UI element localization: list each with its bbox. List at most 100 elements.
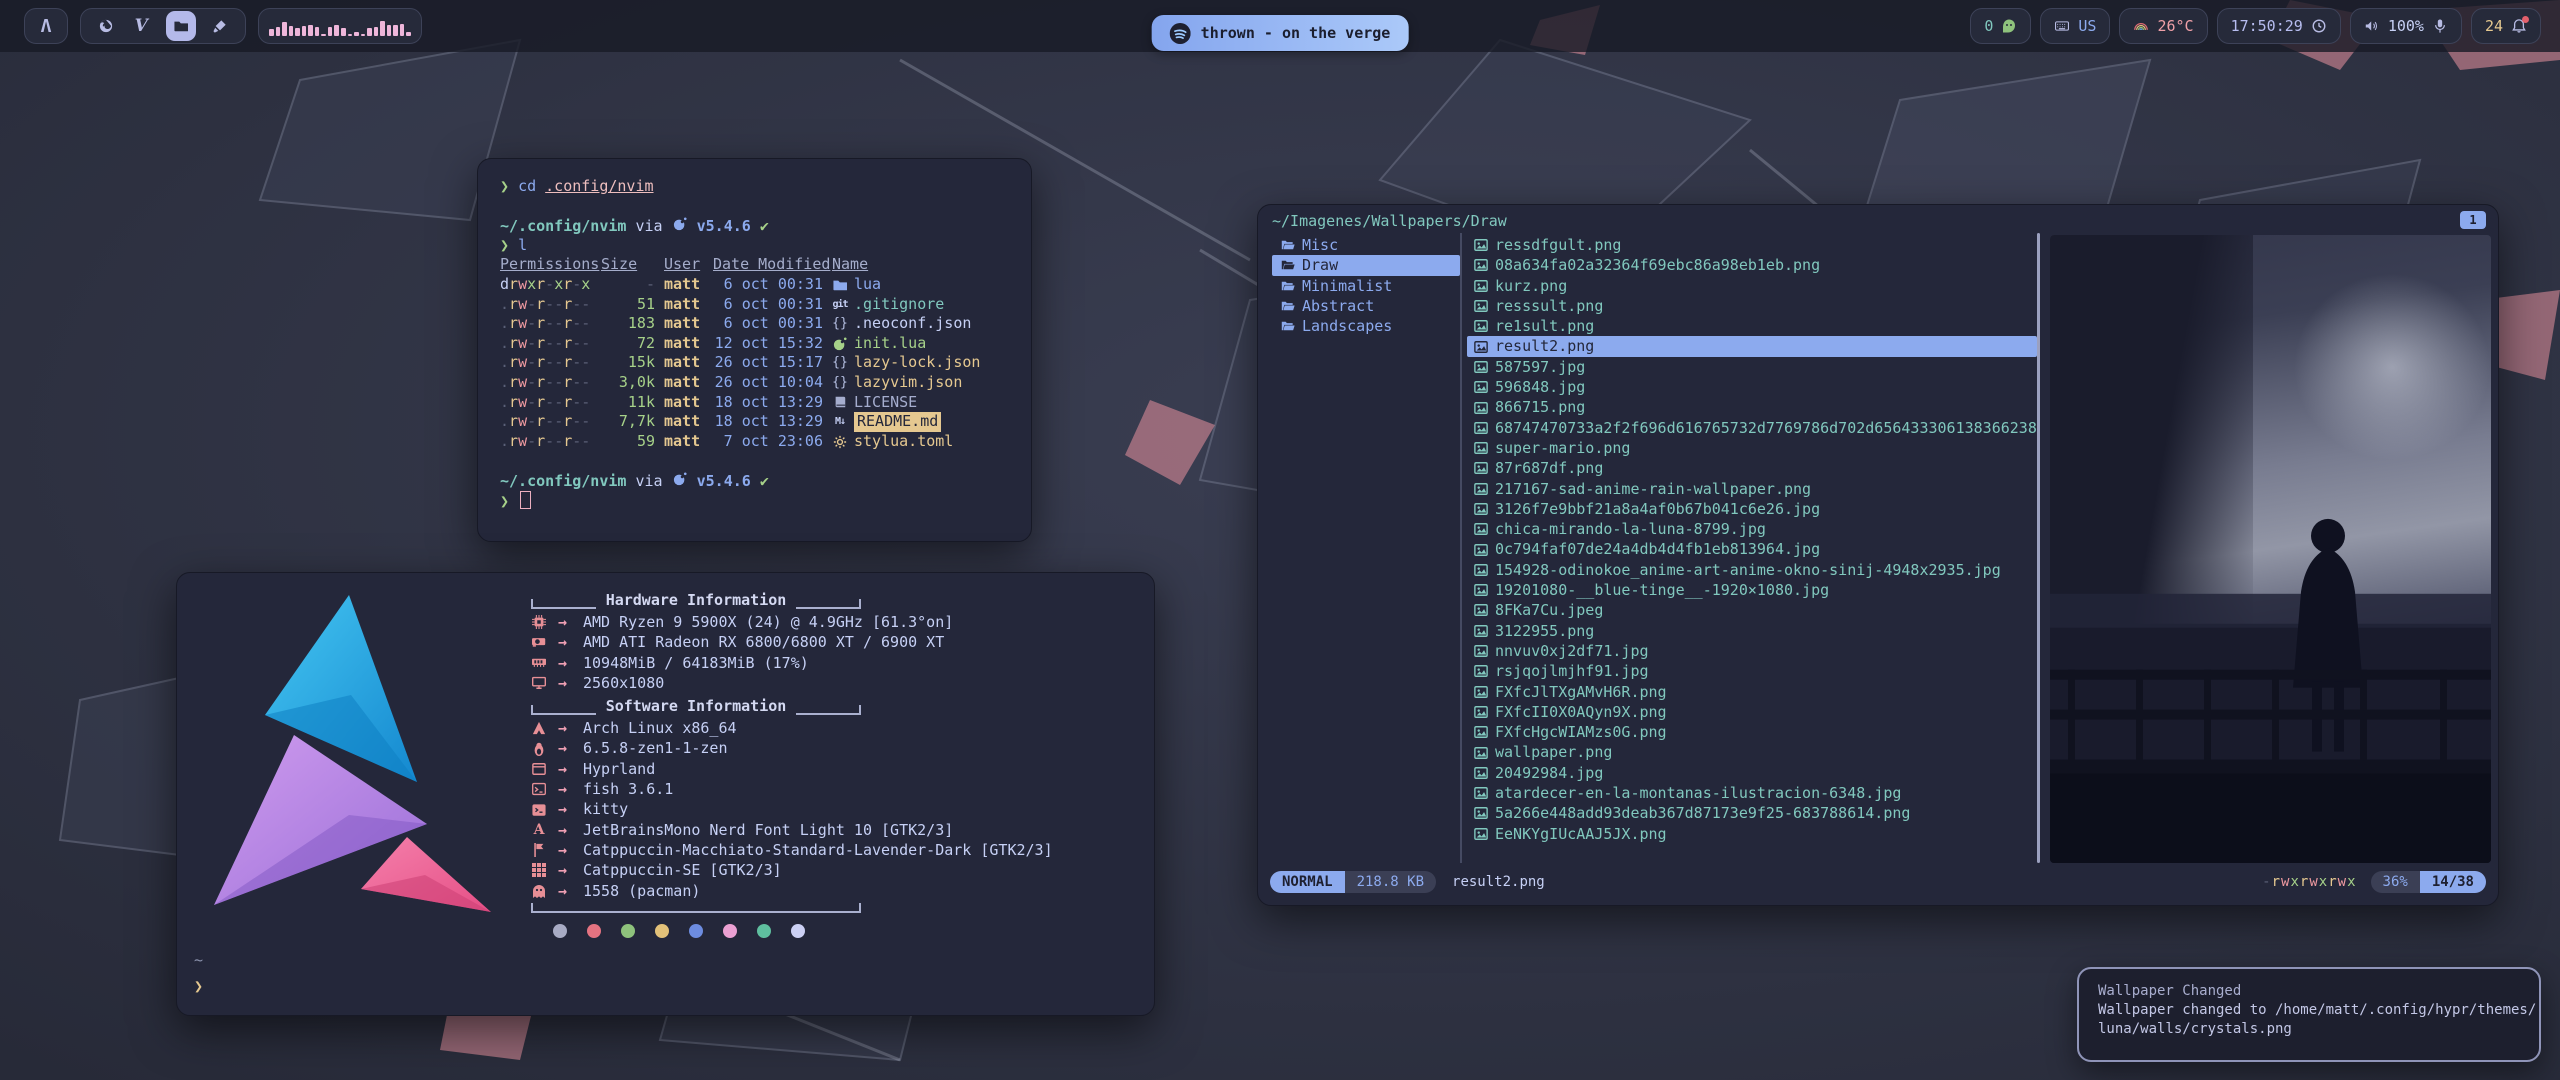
file-row[interactable]: 3126f7e9bbf21a8a4af0b67b041c6e26.jpg	[1467, 499, 2037, 519]
file-row[interactable]: 5a266e448add93deab367d87173e9f25-6837886…	[1467, 803, 2037, 823]
file-row[interactable]: 19201080-__blue-tinge__-1920×1080.jpg	[1467, 580, 2037, 600]
file-name: rsjqojlmjhf91.jpg	[1495, 661, 1649, 681]
fetch-row: →Catppuccin-Macchiato-Standard-Lavender-…	[531, 840, 1151, 860]
clock-icon	[2311, 18, 2327, 34]
media-player-widget[interactable]: thrown - on the verge	[1152, 15, 1409, 51]
book-icon	[832, 394, 848, 410]
file-name: resssult.png	[1495, 296, 1603, 316]
file-row[interactable]: nnvuv0xj2df71.jpg	[1467, 641, 2037, 661]
file-row[interactable]: 154928-odinokoe_anime-art-anime-okno-sin…	[1467, 560, 2037, 580]
file-row[interactable]: FXfcJlTXgAMvH6R.png	[1467, 682, 2037, 702]
file-row[interactable]: FXfcII0X0AQyn9X.png	[1467, 702, 2037, 722]
palette-dot	[621, 924, 635, 938]
workspace-vim[interactable]: V	[130, 15, 152, 37]
file-row[interactable]: resssult.png	[1467, 296, 2037, 316]
terminal-window[interactable]: ❯ cd .config/nvim ~/.config/nvim via v5.…	[477, 158, 1032, 542]
file-row[interactable]: 20492984.jpg	[1467, 763, 2037, 783]
terminal-prompt[interactable]: ❯	[500, 491, 1009, 511]
workspace-paint[interactable]	[209, 15, 231, 37]
file-row[interactable]: 0c794faf07de24a4db4d4fb1eb813964.jpg	[1467, 539, 2037, 559]
fetch-row: →fish 3.6.1	[531, 779, 1151, 799]
tab-badge[interactable]: 1	[2460, 211, 2486, 229]
file-row[interactable]: chica-mirando-la-luna-8799.jpg	[1467, 519, 2037, 539]
workspace-files-active[interactable]	[166, 11, 196, 41]
file-row[interactable]: result2.png	[1467, 336, 2037, 356]
image-icon	[1473, 237, 1489, 253]
clock-widget[interactable]: 17:50:29	[2217, 8, 2341, 44]
file-row[interactable]: atardecer-en-la-montanas-ilustracion-634…	[1467, 783, 2037, 803]
pane-divider	[1460, 233, 1462, 863]
image-icon	[1473, 582, 1489, 598]
microphone-icon	[2432, 18, 2448, 34]
file-row[interactable]: 08a634fa02a32364f69ebc86a98eb1eb.png	[1467, 255, 2037, 275]
memory-icon	[531, 655, 547, 671]
image-icon	[1473, 562, 1489, 578]
file-row[interactable]: kurz.png	[1467, 276, 2037, 296]
file-row[interactable]: 8FKa7Cu.jpeg	[1467, 600, 2037, 620]
image-icon	[1473, 379, 1489, 395]
fetch-row: →6.5.8-zen1-1-zen	[531, 738, 1151, 758]
sidebar-item-draw[interactable]: Draw	[1272, 255, 1460, 275]
sidebar-item-label: Abstract	[1302, 296, 1374, 316]
image-icon	[1473, 785, 1489, 801]
arrow-icon: →	[558, 759, 578, 779]
terminal-color-palette	[553, 924, 1151, 938]
file-row[interactable]: 587597.jpg	[1467, 357, 2037, 377]
keyboard-layout-widget[interactable]: US	[2040, 8, 2110, 44]
file-row[interactable]: super-mario.png	[1467, 438, 2037, 458]
status-bar: NORMAL 218.8 KB result2.png -rwxrwxrwx 3…	[1258, 871, 2498, 893]
palette-dot	[655, 924, 669, 938]
temp-value: 26°C	[2157, 17, 2193, 35]
notifications-widget[interactable]: 24	[2471, 8, 2541, 44]
sidebar-item-minimalist[interactable]: Minimalist	[1272, 276, 1460, 296]
git-icon: git	[832, 296, 848, 312]
counter-widget[interactable]: 0	[1970, 8, 2031, 44]
file-row[interactable]: wallpaper.png	[1467, 742, 2037, 762]
folder-open-icon	[1280, 318, 1296, 334]
window-icon	[531, 761, 547, 777]
fetch-value: JetBrainsMono Nerd Font Light 10 [GTK2/3…	[583, 820, 1151, 840]
file-name: 587597.jpg	[1495, 357, 1585, 377]
file-row[interactable]: FXfcHgcWIAMzs0G.png	[1467, 722, 2037, 742]
fetch-value: 10948MiB / 64183MiB (17%)	[583, 653, 1151, 673]
file-name: chica-mirando-la-luna-8799.jpg	[1495, 519, 1766, 539]
file-row[interactable]: 866715.png	[1467, 397, 2037, 417]
terminal-command-line: ❯ l	[500, 236, 1009, 256]
keyboard-icon	[2054, 18, 2070, 34]
fetch-row: →Hyprland	[531, 759, 1151, 779]
fetch-window[interactable]: Hardware Information →AMD Ryzen 9 5900X …	[176, 572, 1155, 1016]
scrollbar[interactable]	[2037, 233, 2040, 863]
sidebar-item-landscapes[interactable]: Landscapes	[1272, 316, 1460, 336]
image-icon	[1473, 400, 1489, 416]
prompt-context-line: ~/.config/nvim via v5.4.6 ✔	[500, 471, 1009, 491]
folder-open-icon	[1280, 257, 1296, 273]
workspace-browser[interactable]	[95, 15, 117, 37]
file-row[interactable]: re1sult.png	[1467, 316, 2037, 336]
palette-dot	[757, 924, 771, 938]
sidebar-item-misc[interactable]: Misc	[1272, 235, 1460, 255]
launcher-button[interactable]: Λ	[24, 8, 68, 44]
fetch-value: fish 3.6.1	[583, 779, 1151, 799]
sidebar-item-abstract[interactable]: Abstract	[1272, 296, 1460, 316]
volume-widget[interactable]: 100%	[2350, 8, 2462, 44]
ls-row: .rw-r--r--3,0kmatt26 oct 10:04{}lazyvim.…	[500, 373, 1009, 393]
visualizer-bar	[406, 32, 411, 36]
file-row[interactable]: 217167-sad-anime-rain-wallpaper.png	[1467, 479, 2037, 499]
file-row[interactable]: EeNKYgIUcAAJ5JX.png	[1467, 824, 2037, 844]
fetch-row: →1558 (pacman)	[531, 881, 1151, 901]
file-name: LICENSE	[854, 393, 917, 413]
shell-prompt[interactable]: ❯	[194, 977, 203, 995]
file-row[interactable]: 87r687df.png	[1467, 458, 2037, 478]
file-row[interactable]: 3122955.png	[1467, 621, 2037, 641]
file-row[interactable]: rsjqojlmjhf91.jpg	[1467, 661, 2037, 681]
file-manager-window[interactable]: ~/Imagenes/Wallpapers/Draw 1 MiscDrawMin…	[1257, 204, 2499, 906]
notification-toast[interactable]: Wallpaper Changed Wallpaper changed to /…	[2077, 967, 2541, 1062]
file-row[interactable]: 68747470733a2f2f696d616765732d7769786d70…	[1467, 418, 2037, 438]
file-row[interactable]: 596848.jpg	[1467, 377, 2037, 397]
weather-widget[interactable]: 26°C	[2119, 8, 2207, 44]
file-row[interactable]: ressdfgult.png	[1467, 235, 2037, 255]
file-name: lua	[854, 275, 881, 295]
image-icon	[1473, 339, 1489, 355]
braces-icon: {}	[832, 375, 848, 391]
visualizer-bar	[302, 26, 307, 36]
